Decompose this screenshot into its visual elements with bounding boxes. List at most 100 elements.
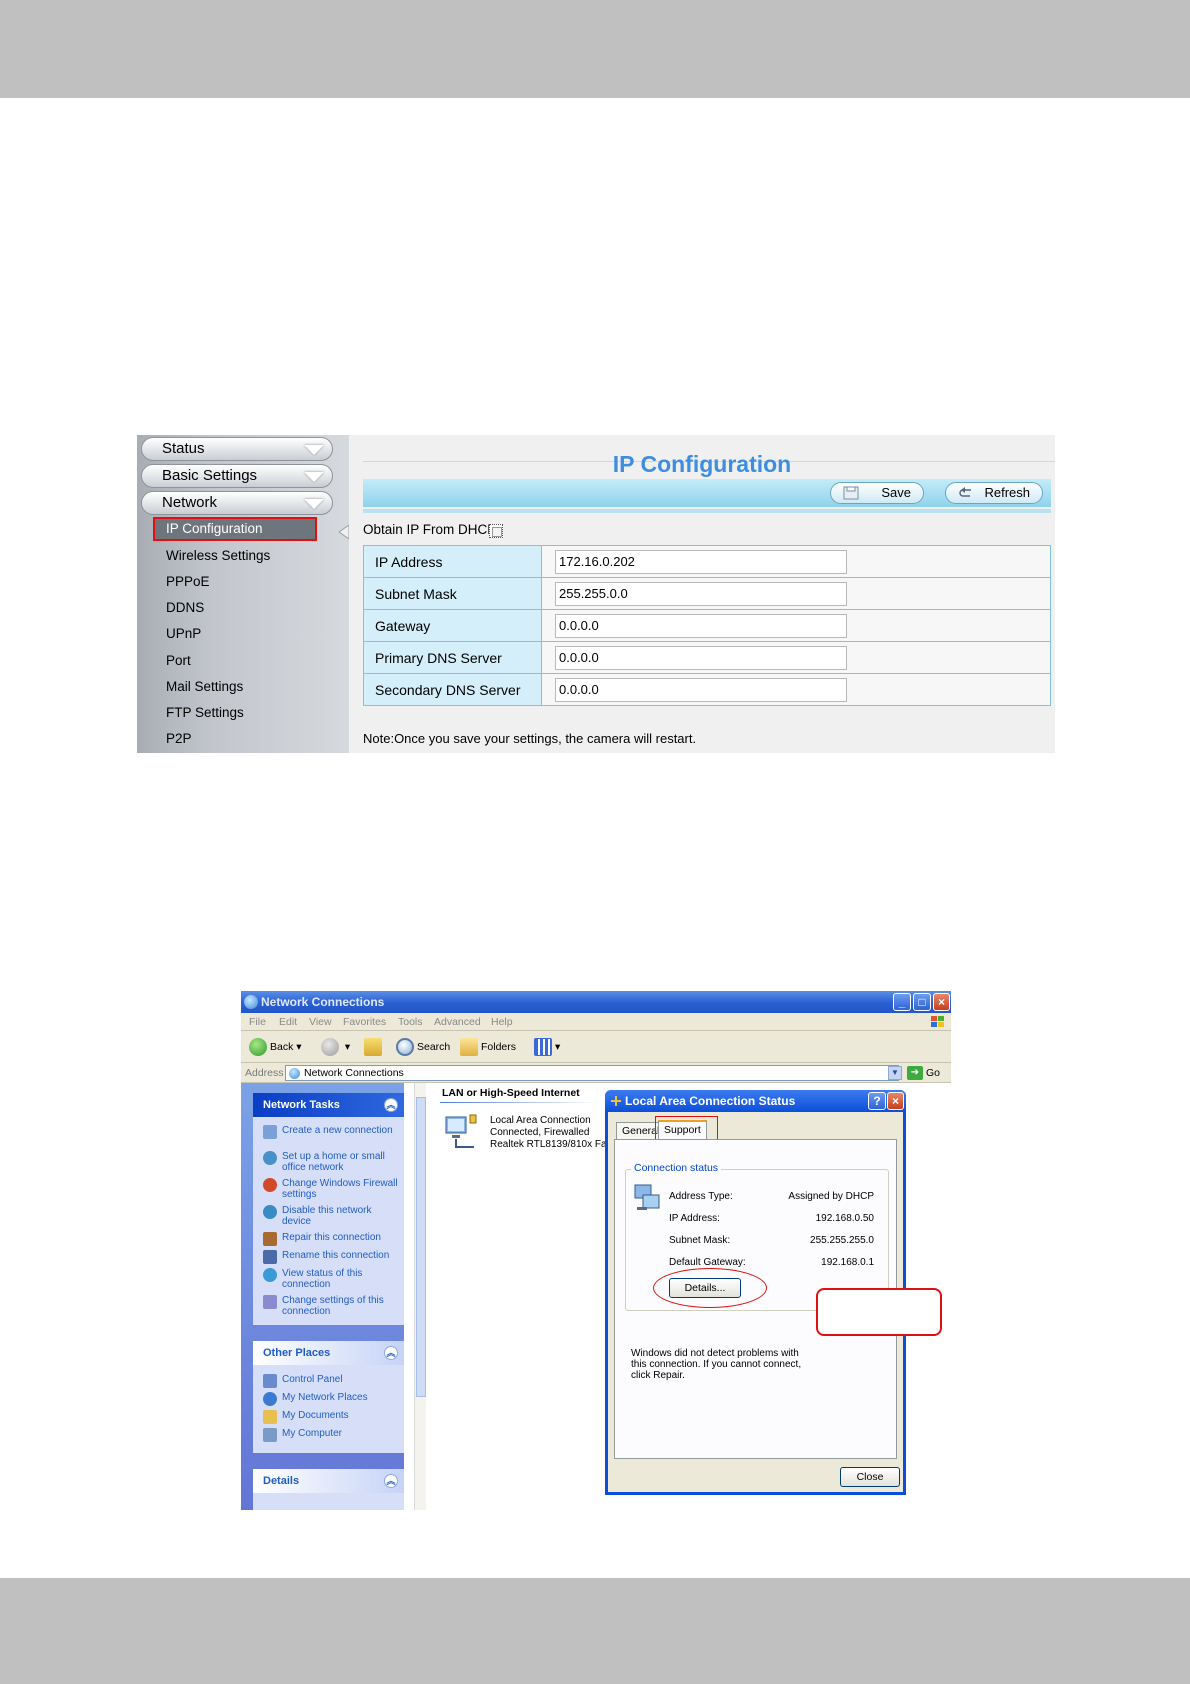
task-firewall-settings[interactable]: Change Windows Firewall settings [282,1178,400,1200]
network-tasks-header[interactable]: Network Tasks ︽ [253,1093,404,1117]
menu-basic-settings[interactable]: Basic Settings [141,464,333,488]
address-type-label: Address Type: [669,1191,733,1202]
subnet-mask-input[interactable]: 255.255.0.0 [555,581,847,606]
help-button[interactable]: ? [868,1092,886,1110]
address-dropdown-icon[interactable]: ▼ [888,1066,902,1080]
task-repair-connection[interactable]: Repair this connection [282,1232,400,1243]
place-my-network-places[interactable]: My Network Places [282,1392,400,1403]
repair-icon [263,1232,277,1246]
close-window-button[interactable]: × [933,993,950,1011]
menu-tools[interactable]: Tools [398,1016,423,1028]
refresh-icon [959,487,971,497]
network-connection-icon[interactable] [444,1113,480,1153]
dhcp-checkbox[interactable] [489,524,503,538]
ip-settings-table: IP Address 172.16.0.202 Subnet Mask 255.… [363,545,1051,706]
secondary-dns-input[interactable]: 0.0.0.0 [555,677,847,702]
menu-advanced[interactable]: Advanced [434,1016,481,1028]
sidebar-item-wireless-settings[interactable]: Wireless Settings [166,548,270,564]
camera-toolbar: Save Refresh [363,479,1051,507]
other-places-header[interactable]: Other Places ︽ [253,1341,404,1365]
dialog-titlebar[interactable]: Local Area Connection Status ? × [605,1090,906,1112]
go-button[interactable]: ➔ Go [907,1065,947,1081]
save-icon [843,486,859,500]
ip-address-label: IP Address [363,545,542,578]
subnet-mask-value: 255.255.255.0 [810,1235,874,1246]
page-header-band [0,0,1190,98]
network-tasks-title: Network Tasks [263,1099,340,1111]
search-label: Search [417,1041,451,1053]
sidebar-item-ftp-settings[interactable]: FTP Settings [166,705,244,721]
connection-name[interactable]: Local Area Connection [490,1115,591,1127]
up-folder-button[interactable] [364,1038,385,1057]
sidebar-item-pppoe[interactable]: PPPoE [166,574,210,590]
dialog-close-x-button[interactable]: × [887,1092,904,1110]
menu-favorites[interactable]: Favorites [343,1016,386,1028]
menu-help[interactable]: Help [491,1016,513,1028]
task-create-connection[interactable]: Create a new connection [282,1125,400,1136]
sidebar-item-p2p[interactable]: P2P [166,731,192,747]
maximize-button[interactable]: □ [913,993,931,1011]
collapse-icon[interactable]: ︽ [384,1474,398,1488]
active-pointer-icon [339,525,349,539]
place-my-computer[interactable]: My Computer [282,1428,400,1439]
network-places-icon [263,1392,277,1406]
sidebar-item-port[interactable]: Port [166,653,191,669]
gateway-input[interactable]: 0.0.0.0 [555,613,847,638]
menu-network[interactable]: Network [141,491,333,515]
place-my-documents[interactable]: My Documents [282,1410,400,1421]
folders-button[interactable]: Folders [460,1038,516,1057]
menu-view[interactable]: View [309,1016,332,1028]
folders-icon [460,1038,478,1057]
menu-file[interactable]: File [249,1016,266,1028]
address-input[interactable]: Network Connections [285,1065,899,1081]
menu-bar: File Edit View Favorites Tools Advanced … [241,1013,951,1031]
search-button[interactable]: Search [396,1038,451,1057]
camera-sidebar: Status Basic Settings Network IP Configu… [137,435,349,753]
toolbar-underline [363,509,1051,513]
ip-address-label: IP Address: [669,1213,720,1224]
primary-dns-input[interactable]: 0.0.0.0 [555,645,847,670]
section-divider [440,1102,600,1103]
restart-note: Note:Once you save your settings, the ca… [363,731,697,746]
forward-button[interactable]: ▾ [321,1038,350,1057]
menu-edit[interactable]: Edit [279,1016,297,1028]
save-button[interactable]: Save [830,482,924,504]
menu-status[interactable]: Status [141,437,333,461]
task-change-settings[interactable]: Change settings of this connection [282,1295,400,1317]
minimize-button[interactable]: _ [893,993,911,1011]
sidebar-item-upnp[interactable]: UPnP [166,626,201,642]
sidebar-item-ddns[interactable]: DDNS [166,600,204,616]
details-title: Details [263,1475,300,1487]
address-label: Address [245,1067,284,1079]
details-header[interactable]: Details ︽ [253,1469,404,1493]
my-computer-icon [263,1428,277,1442]
view-status-icon [263,1268,277,1282]
menu-network-label: Network [162,494,218,511]
dhcp-label: Obtain IP From DHCP [363,522,497,537]
address-bar: Address Network Connections ▼ ➔ Go [241,1063,951,1083]
task-home-network[interactable]: Set up a home or small office network [282,1151,400,1173]
page-title: IP Configuration [612,451,792,477]
other-places-panel: Other Places ︽ Control Panel My Network P… [253,1341,404,1453]
views-icon [534,1038,552,1057]
subnet-mask-label: Subnet Mask: [669,1235,731,1246]
task-disable-device[interactable]: Disable this network device [282,1205,400,1227]
back-label: Back [270,1041,294,1053]
task-pane-scrollbar[interactable] [414,1083,426,1510]
other-places-title: Other Places [263,1347,331,1359]
task-view-status[interactable]: View status of this connection [282,1268,400,1290]
sidebar-item-ip-configuration[interactable]: IP Configuration [153,517,317,541]
sidebar-item-mail-settings[interactable]: Mail Settings [166,679,243,695]
task-rename-connection[interactable]: Rename this connection [282,1250,400,1261]
up-folder-icon [364,1038,382,1057]
collapse-icon[interactable]: ︽ [384,1346,398,1360]
back-button[interactable]: Back ▾ [249,1038,302,1057]
refresh-button[interactable]: Refresh [945,482,1043,504]
ip-address-input[interactable]: 172.16.0.202 [555,549,847,574]
collapse-icon[interactable]: ︽ [384,1098,398,1112]
close-button[interactable]: Close [840,1467,900,1487]
window-titlebar[interactable]: Network Connections _ □ × [241,991,951,1013]
scrollbar-thumb[interactable] [416,1097,426,1397]
views-button[interactable]: ▾ [534,1038,560,1057]
place-control-panel[interactable]: Control Panel [282,1374,400,1385]
